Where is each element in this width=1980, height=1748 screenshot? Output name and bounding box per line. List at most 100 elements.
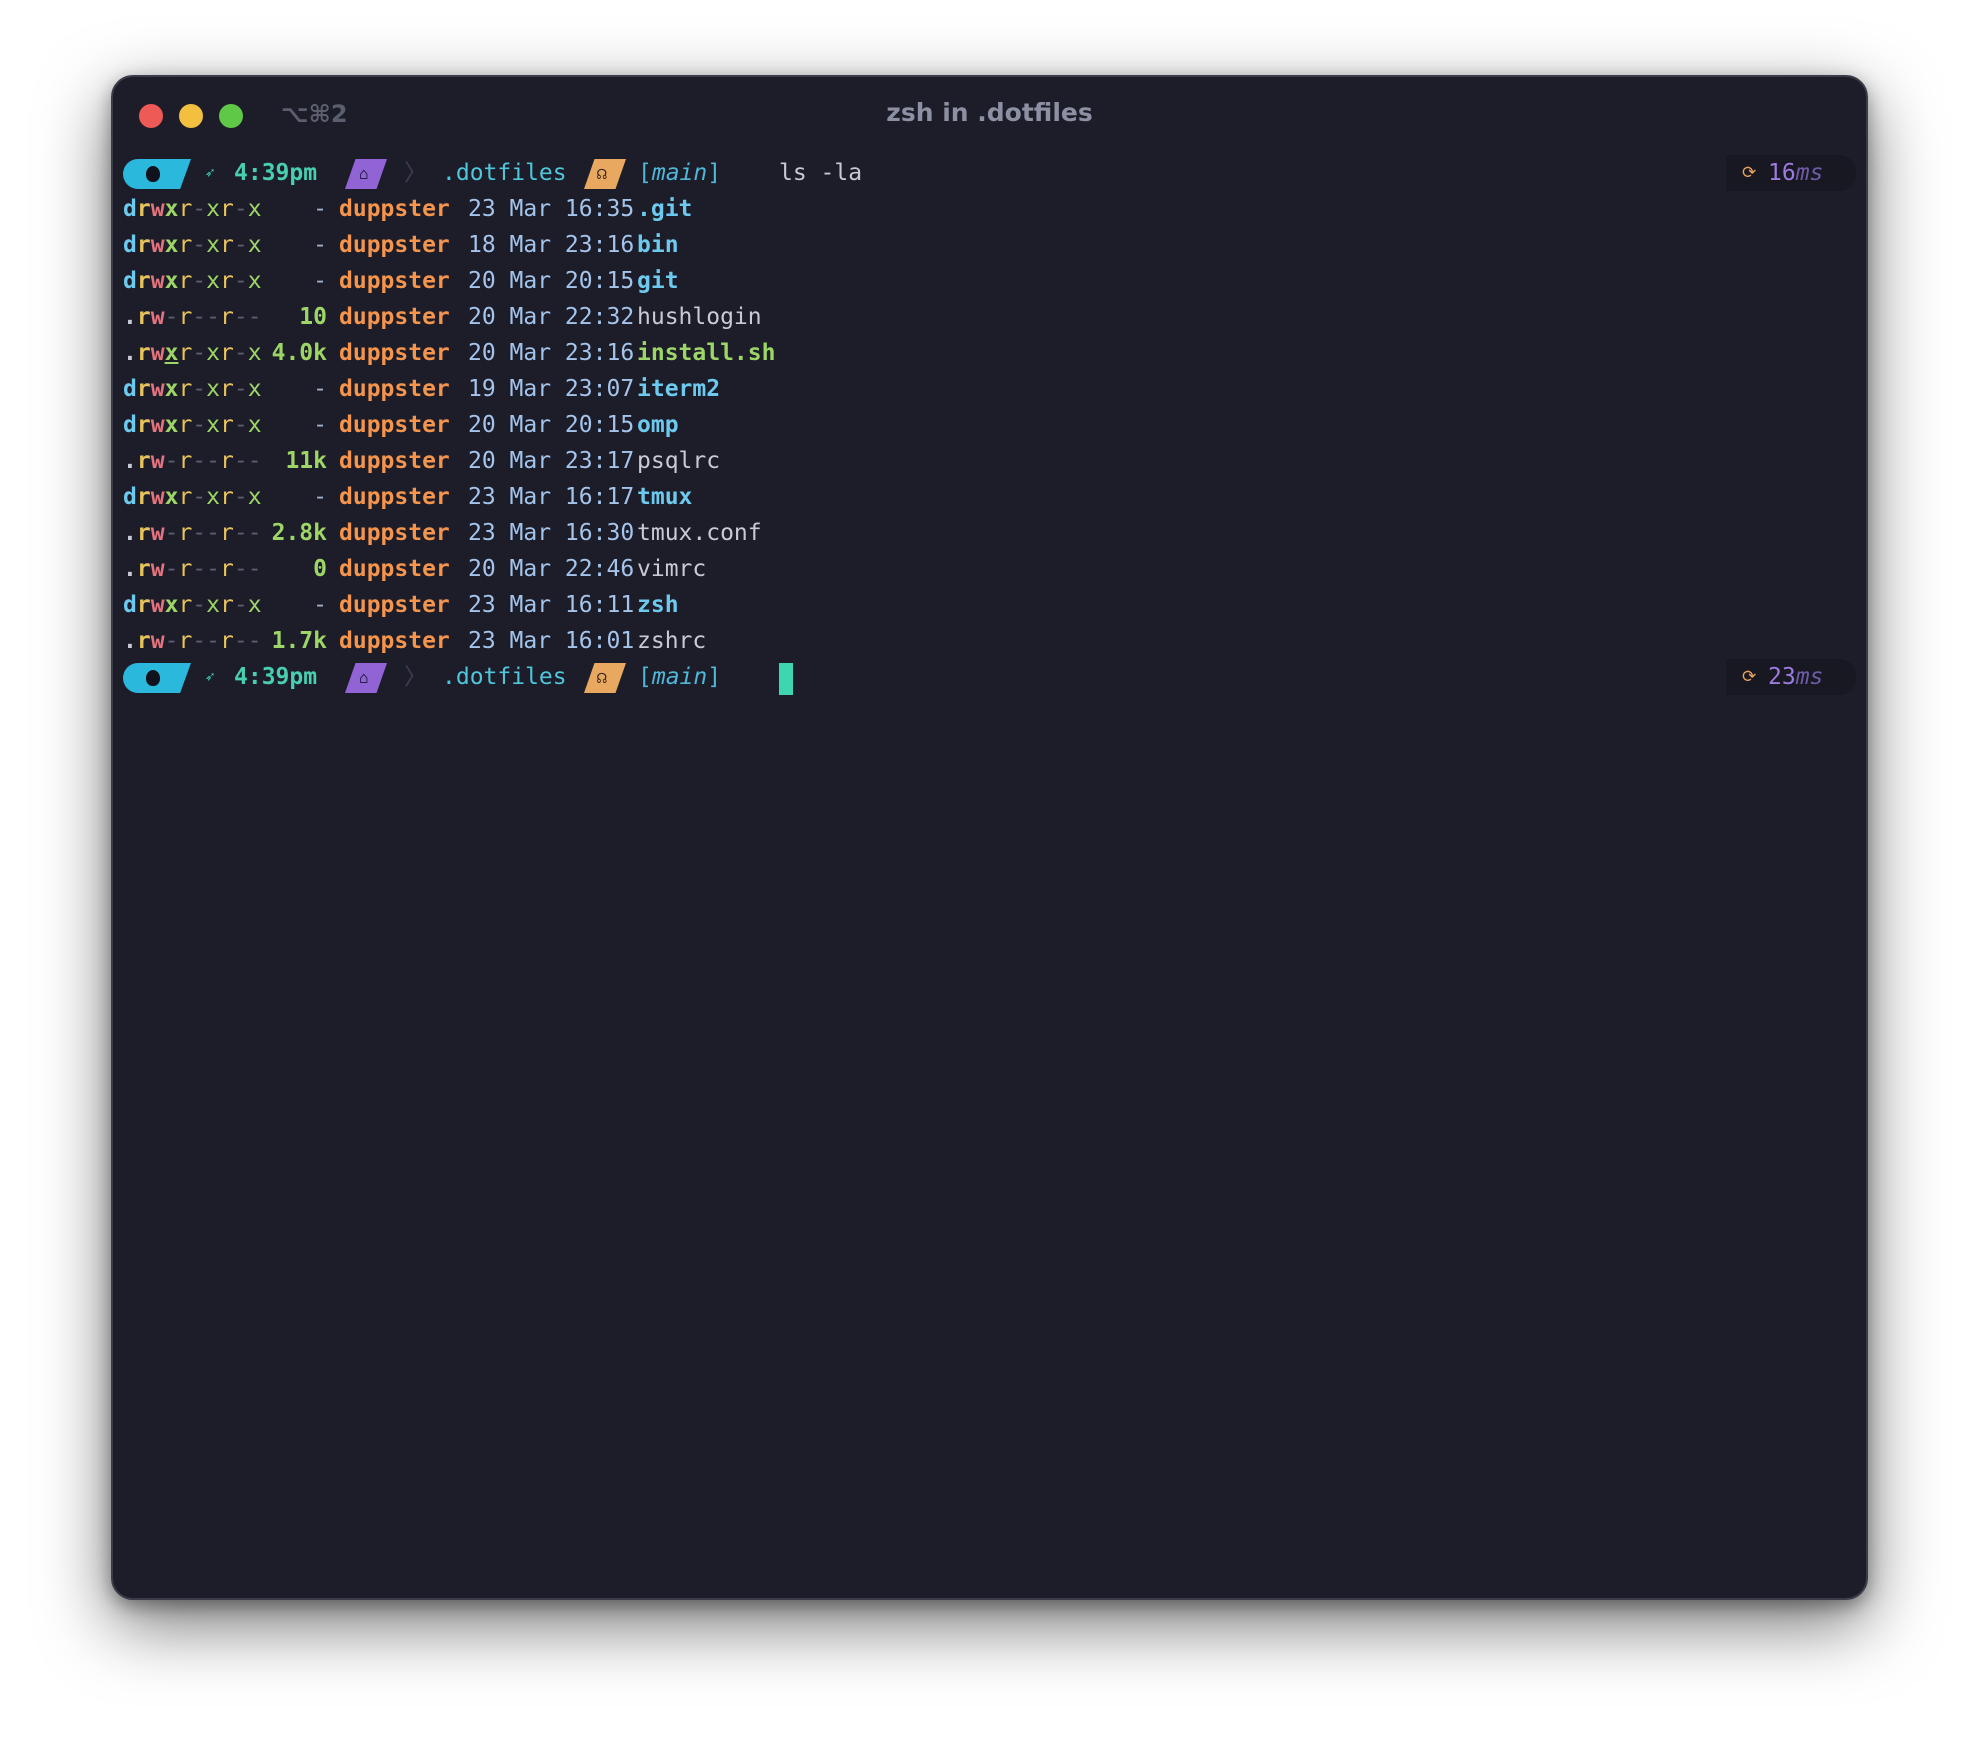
duration-value: 16 <box>1768 160 1796 186</box>
title-bar: ⌥⌘2 zsh in .dotfiles <box>113 77 1866 157</box>
rocket-icon: ➶ <box>205 163 215 182</box>
file-name: install.sh <box>637 340 776 366</box>
apple-icon <box>123 663 191 693</box>
file-modified-date: 20 Mar 20:15 <box>468 412 635 438</box>
file-owner: duppster <box>339 340 450 366</box>
prompt-line: ➶ 4:39pm ⌂ 〉 .dotfiles ☊ [main] ls -la ⟳… <box>123 155 1856 191</box>
segment-separator: 〉 <box>404 160 427 186</box>
file-size: 10 <box>299 304 327 330</box>
file-permissions: drwxr-xr-x <box>123 592 262 618</box>
rocket-icon: ➶ <box>205 667 215 686</box>
file-owner: duppster <box>339 376 450 402</box>
terminal-content[interactable]: ➶ 4:39pm ⌂ 〉 .dotfiles ☊ [main] ls -la ⟳… <box>123 155 1856 695</box>
file-name: .git <box>637 196 693 222</box>
file-name: psqlrc <box>637 448 721 474</box>
duration-unit: ms <box>1795 664 1824 690</box>
file-permissions: drwxr-xr-x <box>123 268 262 294</box>
file-owner: duppster <box>339 232 450 258</box>
file-size: 0 <box>313 556 327 582</box>
list-item: drwxr-xr-x - duppster 18 Mar 23:16 bin <box>123 227 1856 263</box>
file-size: - <box>313 232 327 258</box>
file-owner: duppster <box>339 556 450 582</box>
file-size: - <box>313 484 327 510</box>
list-item: .rwxr-xr-x 4.0k duppster 20 Mar 23:16 instal… <box>123 335 1856 371</box>
file-permissions: .rw-r--r-- <box>123 556 262 582</box>
timer-icon: ⟳ <box>1742 163 1757 183</box>
list-item: drwxr-xr-x - duppster 23 Mar 16:11 zsh <box>123 587 1856 623</box>
file-modified-date: 20 Mar 22:46 <box>468 556 635 582</box>
file-modified-date: 23 Mar 16:17 <box>468 484 635 510</box>
file-modified-date: 20 Mar 23:17 <box>468 448 635 474</box>
file-owner: duppster <box>339 592 450 618</box>
file-name: vimrc <box>637 556 707 582</box>
file-size: 2.8k <box>271 520 327 546</box>
list-item: drwxr-xr-x - duppster 23 Mar 16:17 tmux <box>123 479 1856 515</box>
file-owner: duppster <box>339 628 450 654</box>
list-item: drwxr-xr-x - duppster 19 Mar 23:07 iterm2 <box>123 371 1856 407</box>
file-size: - <box>313 268 327 294</box>
home-icon: ⌂ <box>345 159 387 189</box>
file-modified-date: 23 Mar 16:11 <box>468 592 635 618</box>
file-modified-date: 20 Mar 22:32 <box>468 304 635 330</box>
file-modified-date: 23 Mar 16:35 <box>468 196 635 222</box>
command-text: ls -la <box>779 160 863 186</box>
file-owner: duppster <box>339 484 450 510</box>
prompt-directory: .dotfiles <box>442 664 567 690</box>
list-item: drwxr-xr-x - duppster 20 Mar 20:15 git <box>123 263 1856 299</box>
file-owner: duppster <box>339 196 450 222</box>
file-permissions: .rw-r--r-- <box>123 520 262 546</box>
home-icon: ⌂ <box>345 663 387 693</box>
file-size: - <box>313 196 327 222</box>
prompt-duration: ⟳ 16ms <box>1726 155 1856 191</box>
file-owner: duppster <box>339 268 450 294</box>
file-permissions: drwxr-xr-x <box>123 196 262 222</box>
file-modified-date: 23 Mar 16:30 <box>468 520 635 546</box>
list-item: .rw-r--r-- 1.7k duppster 23 Mar 16:01 zshrc <box>123 623 1856 659</box>
list-item: .rw-r--r-- 2.8k duppster 23 Mar 16:30 tmux.c… <box>123 515 1856 551</box>
file-modified-date: 20 Mar 23:16 <box>468 340 635 366</box>
text-cursor[interactable] <box>779 663 793 695</box>
file-permissions: .rw-r--r-- <box>123 304 262 330</box>
file-permissions: drwxr-xr-x <box>123 484 262 510</box>
github-icon: ☊ <box>584 663 626 693</box>
file-owner: duppster <box>339 412 450 438</box>
file-modified-date: 23 Mar 16:01 <box>468 628 635 654</box>
file-name: iterm2 <box>637 376 721 402</box>
file-modified-date: 20 Mar 20:15 <box>468 268 635 294</box>
list-item: .rw-r--r-- 10 duppster 20 Mar 22:32 hushlogi… <box>123 299 1856 335</box>
file-size: 11k <box>285 448 327 474</box>
terminal-window: ⌥⌘2 zsh in .dotfiles ➶ 4:39pm ⌂ 〉 .dotfi… <box>111 75 1868 1600</box>
prompt-line: ➶ 4:39pm ⌂ 〉 .dotfiles ☊ [main] ⟳ 23ms <box>123 659 1856 695</box>
file-permissions: drwxr-xr-x <box>123 376 262 402</box>
file-size: 1.7k <box>271 628 327 654</box>
list-item: .rw-r--r-- 11k duppster 20 Mar 23:17 psqlrc <box>123 443 1856 479</box>
file-size: - <box>313 412 327 438</box>
file-name: tmux <box>637 484 693 510</box>
window-title: zsh in .dotfiles <box>886 98 1093 127</box>
file-permissions: .rw-r--r-- <box>123 448 262 474</box>
segment-separator: 〉 <box>404 664 427 690</box>
file-size: 4.0k <box>271 340 327 366</box>
file-name: zshrc <box>637 628 707 654</box>
file-permissions: .rwxr-xr-x <box>123 340 262 366</box>
file-modified-date: 19 Mar 23:07 <box>468 376 635 402</box>
file-owner: duppster <box>339 448 450 474</box>
prompt-duration: ⟳ 23ms <box>1726 659 1856 695</box>
prompt-branch: [main] <box>638 664 722 690</box>
file-size: - <box>313 376 327 402</box>
file-permissions: .rw-r--r-- <box>123 628 262 654</box>
file-owner: duppster <box>339 304 450 330</box>
file-modified-date: 18 Mar 23:16 <box>468 232 635 258</box>
prompt-directory: .dotfiles <box>442 160 567 186</box>
prompt-branch: [main] <box>638 160 722 186</box>
file-name: git <box>637 268 679 294</box>
timer-icon: ⟳ <box>1742 667 1757 687</box>
file-name: zsh <box>637 592 679 618</box>
list-item: drwxr-xr-x - duppster 23 Mar 16:35 .git <box>123 191 1856 227</box>
file-name: tmux.conf <box>637 520 762 546</box>
duration-value: 23 <box>1768 664 1796 690</box>
file-owner: duppster <box>339 520 450 546</box>
apple-icon <box>123 159 191 189</box>
list-item: .rw-r--r-- 0 duppster 20 Mar 22:46 vimrc <box>123 551 1856 587</box>
file-name: bin <box>637 232 679 258</box>
